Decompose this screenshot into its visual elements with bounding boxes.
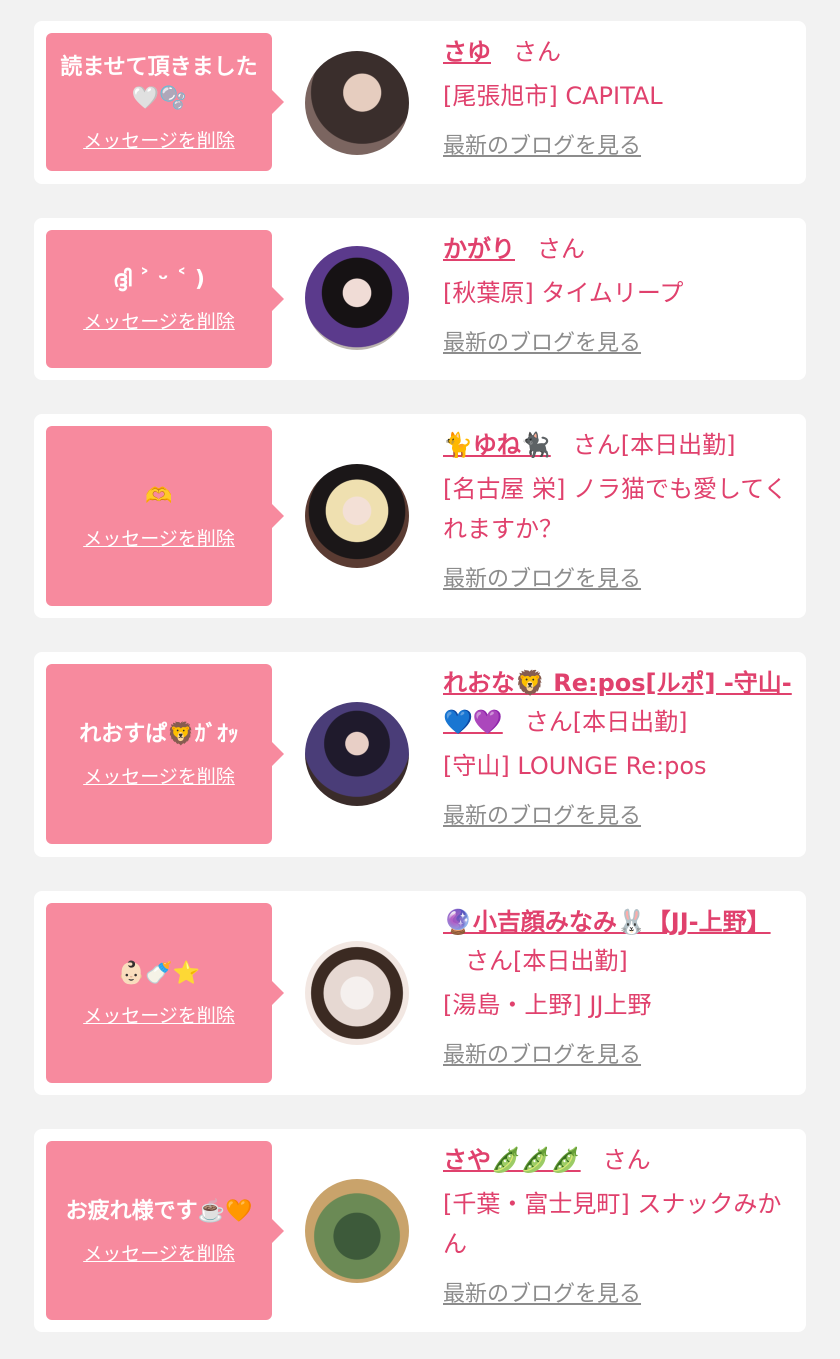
delete-message-link[interactable]: メッセージを削除 <box>83 126 235 153</box>
honorific: さん <box>602 1146 651 1174</box>
message-bubble: ദ്ദി ˃ ᵕ ˂ ) メッセージを削除 <box>46 230 284 368</box>
honorific: さん <box>465 947 513 975</box>
shop-info: [守山] LOUNGE Re:pos <box>443 752 707 780</box>
profile-name-link[interactable]: 🐈ゆね🐈‍⬛ <box>443 431 551 459</box>
shop-info: [秋葉原] タイムリープ <box>443 279 684 307</box>
avatar[interactable] <box>305 51 409 155</box>
honorific: さん <box>537 235 585 263</box>
work-status: [本日出勤] <box>620 431 736 459</box>
shop-info: [湯島・上野] JJ上野 <box>443 991 652 1019</box>
profile-info: かがり さん [秋葉原] タイムリープ 最新のブログを見る <box>443 230 795 357</box>
profile-info: 🐈ゆね🐈‍⬛ さん[本日出勤] [名古屋 栄] ノラ猫でも愛してくれますか？ 最新… <box>443 426 795 593</box>
message-card: れおすぱ🦁ｶﾞｵｯ メッセージを削除 れおな🦁 Re:pos[ルポ] -守山-💙… <box>34 652 806 857</box>
message-card: 読ませて頂きました🤍🫧 メッセージを削除 さゆ さん [尾張旭市] CAPITAL… <box>34 21 806 184</box>
work-status: [本日出勤] <box>513 947 628 975</box>
profile-name-link[interactable]: さや🫛🫛🫛 <box>443 1146 581 1174</box>
shop-info: [千葉・富士見町] スナックみかん <box>443 1190 782 1258</box>
profile-info: れおな🦁 Re:pos[ルポ] -守山-💙💜 さん[本日出勤] [守山] LOUN… <box>443 664 795 830</box>
avatar[interactable] <box>305 941 409 1045</box>
profile-info: さや🫛🫛🫛 さん [千葉・富士見町] スナックみかん 最新のブログを見る <box>443 1141 795 1308</box>
profile-name-link[interactable]: かがり <box>443 235 515 263</box>
delete-message-link[interactable]: メッセージを削除 <box>83 524 235 551</box>
profile-name-link[interactable]: さゆ <box>443 38 491 66</box>
message-text: 読ませて頂きました🤍🫧 <box>60 54 258 111</box>
message-bubble: 🫶 メッセージを削除 <box>46 426 284 606</box>
delete-message-link[interactable]: メッセージを削除 <box>83 1239 235 1266</box>
honorific: さん <box>524 708 573 736</box>
latest-blog-link[interactable]: 最新のブログを見る <box>443 561 641 593</box>
message-card: 🫶 メッセージを削除 🐈ゆね🐈‍⬛ さん[本日出勤] [名古屋 栄] ノラ猫でも愛… <box>34 414 806 618</box>
message-bubble: れおすぱ🦁ｶﾞｵｯ メッセージを削除 <box>46 664 284 844</box>
avatar[interactable] <box>305 464 409 568</box>
latest-blog-link[interactable]: 最新のブログを見る <box>443 325 641 357</box>
profile-name-link[interactable]: 🔮小吉顔みなみ🐰【JJ-上野】 <box>443 908 771 936</box>
message-card: 👶🏻🍼⭐️ メッセージを削除 🔮小吉顔みなみ🐰【JJ-上野】さん[本日出勤] [… <box>34 891 806 1095</box>
message-text: 🫶 <box>145 484 173 509</box>
work-status: [本日出勤] <box>572 708 688 736</box>
message-text: ദ്ദി ˃ ᵕ ˂ ) <box>113 267 205 292</box>
delete-message-link[interactable]: メッセージを削除 <box>83 1001 235 1028</box>
message-card: ദ്ദി ˃ ᵕ ˂ ) メッセージを削除 かがり さん [秋葉原] タイムリープ… <box>34 218 806 380</box>
message-bubble: お疲れ様です☕️🧡 メッセージを削除 <box>46 1141 284 1320</box>
latest-blog-link[interactable]: 最新のブログを見る <box>443 128 641 160</box>
latest-blog-link[interactable]: 最新のブログを見る <box>443 1276 641 1308</box>
latest-blog-link[interactable]: 最新のブログを見る <box>443 798 641 830</box>
latest-blog-link[interactable]: 最新のブログを見る <box>443 1037 641 1069</box>
message-text: お疲れ様です☕️🧡 <box>65 1198 253 1224</box>
avatar[interactable] <box>305 1179 409 1283</box>
message-card: お疲れ様です☕️🧡 メッセージを削除 さや🫛🫛🫛 さん [千葉・富士見町] スナッ… <box>34 1129 806 1332</box>
message-text: 👶🏻🍼⭐️ <box>117 961 201 986</box>
profile-info: 🔮小吉顔みなみ🐰【JJ-上野】さん[本日出勤] [湯島・上野] JJ上野 最新の… <box>443 903 795 1069</box>
shop-info: [尾張旭市] CAPITAL <box>443 82 663 110</box>
honorific: さん <box>513 38 561 66</box>
message-bubble: 読ませて頂きました🤍🫧 メッセージを削除 <box>46 33 284 171</box>
avatar[interactable] <box>305 246 409 350</box>
avatar[interactable] <box>305 702 409 806</box>
honorific: さん <box>572 431 621 459</box>
delete-message-link[interactable]: メッセージを削除 <box>83 762 235 789</box>
message-bubble: 👶🏻🍼⭐️ メッセージを削除 <box>46 903 284 1083</box>
profile-info: さゆ さん [尾張旭市] CAPITAL 最新のブログを見る <box>443 33 795 160</box>
shop-info: [名古屋 栄] ノラ猫でも愛してくれますか？ <box>443 475 788 543</box>
message-text: れおすぱ🦁ｶﾞｵｯ <box>79 722 239 747</box>
delete-message-link[interactable]: メッセージを削除 <box>83 307 235 334</box>
